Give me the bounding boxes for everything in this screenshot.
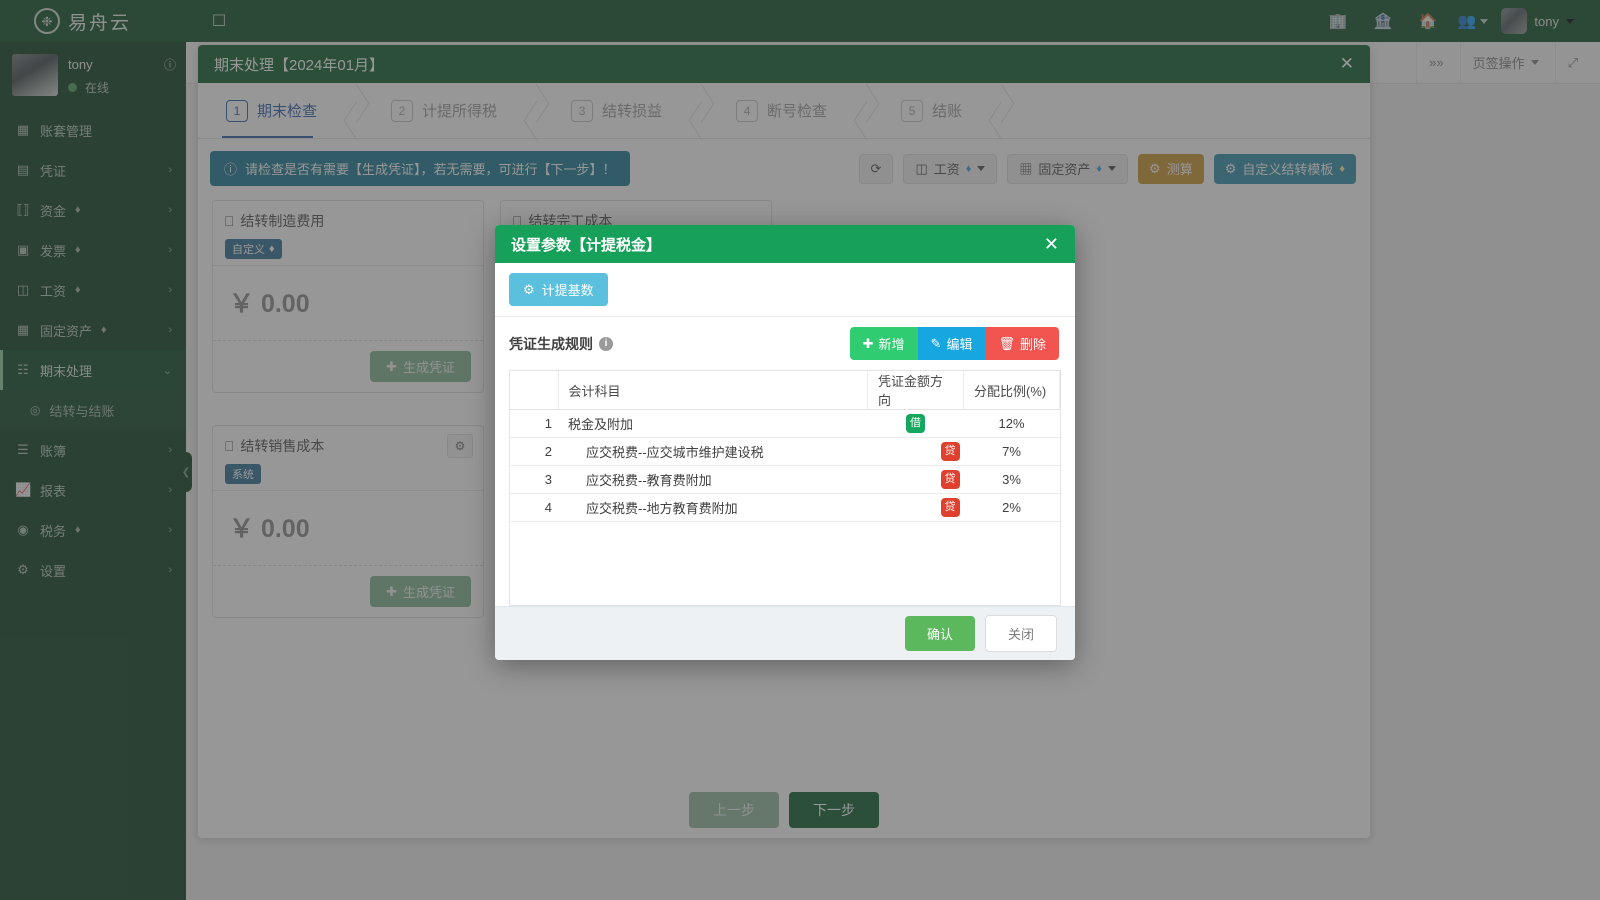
table-row[interactable]: 4 应交税费--地方教育费附加 贷 2% [510,493,1060,522]
rules-title: 凭证生成规则 i [509,334,613,354]
rules-toolbar: 凭证生成规则 i ✚ 新增 ✎ 编辑 🗑 删除 [495,317,1075,370]
cell-percent: 12% [963,409,1060,438]
cell-index: 1 [510,409,558,438]
plus-icon: ✚ [862,335,874,351]
rules-title-label: 凭证生成规则 [509,335,593,352]
direction-badge-credit: 贷 [940,470,960,489]
rules-table: 会计科目 凭证金额方向 分配比例(%) 1 税金及附加 借 12% 2 应交税费… [510,371,1060,522]
rules-action-group: ✚ 新增 ✎ 编辑 🗑 删除 [849,327,1059,360]
table-row[interactable]: 1 税金及附加 借 12% [510,409,1060,438]
cell-direction: 贷 [867,465,964,494]
cell-direction: 借 [867,409,964,438]
rules-table-wrapper[interactable]: 会计科目 凭证金额方向 分配比例(%) 1 税金及附加 借 12% 2 应交税费… [509,370,1061,606]
edit-rule-button[interactable]: ✎ 编辑 [917,327,986,360]
app-root: ❉ 易舟云 ☐ 🏢 🏦 🏠 👥 tony tony ⓘ [0,0,1600,900]
edit-rule-label: 编辑 [946,337,973,352]
tab-accrual-basis-label: 计提基数 [541,283,594,298]
info-icon[interactable]: i [599,336,613,351]
cell-subject: 应交税费--教育费附加 [558,465,868,494]
add-rule-button[interactable]: ✚ 新增 [849,327,918,360]
cell-percent: 2% [963,493,1060,522]
add-rule-label: 新增 [878,337,905,352]
table-row[interactable]: 3 应交税费--教育费附加 贷 3% [510,465,1060,494]
table-header-row: 会计科目 凭证金额方向 分配比例(%) [510,371,1060,410]
table-row[interactable]: 2 应交税费--应交城市维护建设税 贷 7% [510,437,1060,466]
cell-direction: 贷 [867,493,964,522]
cell-percent: 7% [963,437,1060,466]
modal-footer: 确认 关闭 [495,606,1075,660]
cell-index: 2 [510,437,558,466]
gear-icon: ⚙ [523,281,535,297]
modal-tab-row: ⚙ 计提基数 [495,263,1075,317]
col-header-subject: 会计科目 [558,371,868,410]
tab-accrual-basis[interactable]: ⚙ 计提基数 [509,273,608,306]
cell-subject: 应交税费--应交城市维护建设税 [558,437,868,466]
col-header-index [510,371,559,410]
confirm-button[interactable]: 确认 [904,616,975,651]
close-button[interactable]: 关闭 [984,615,1057,652]
cell-percent: 3% [963,465,1060,494]
col-header-percent: 分配比例(%) [963,371,1060,410]
trash-icon: 🗑 [998,335,1015,351]
cell-index: 4 [510,493,558,522]
direction-badge-debit: 借 [906,414,925,433]
direction-badge-credit: 贷 [940,498,960,517]
modal-header: 设置参数【计提税金】 ✕ [495,225,1075,263]
col-header-direction: 凭证金额方向 [867,371,964,410]
delete-rule-button[interactable]: 🗑 删除 [985,327,1059,360]
direction-badge-credit: 贷 [940,442,960,461]
cell-index: 3 [510,465,558,494]
pencil-icon: ✎ [930,335,942,351]
cell-subject: 应交税费--地方教育费附加 [558,493,868,522]
cell-direction: 贷 [867,437,964,466]
modal-title: 设置参数【计提税金】 [511,236,662,254]
tax-parameters-modal: 设置参数【计提税金】 ✕ ⚙ 计提基数 凭证生成规则 i ✚ 新增 ✎ 编辑 🗑… [495,225,1075,660]
cell-subject: 税金及附加 [558,409,868,438]
delete-rule-label: 删除 [1019,337,1046,352]
modal-body: ⚙ 计提基数 凭证生成规则 i ✚ 新增 ✎ 编辑 🗑 删除 会计科目 凭证金额… [495,263,1075,606]
close-icon[interactable]: ✕ [1044,234,1059,255]
